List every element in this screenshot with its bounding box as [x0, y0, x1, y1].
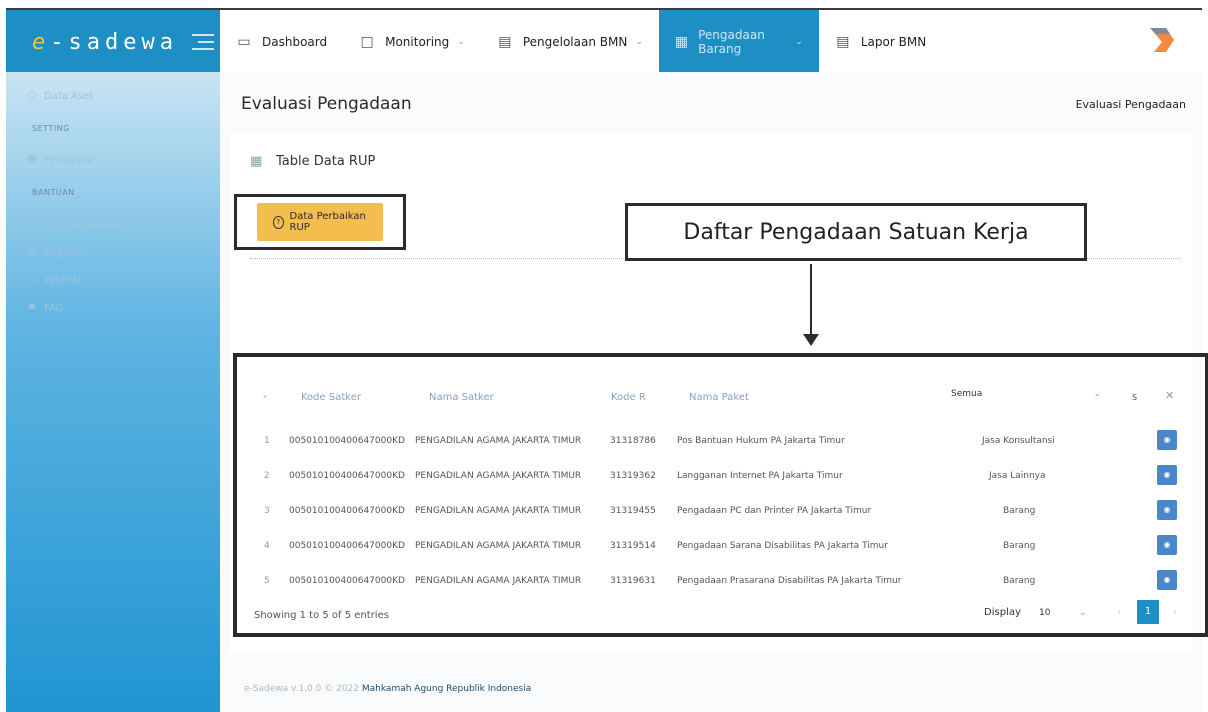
- sort-indicator: •: [262, 392, 268, 403]
- procurement-table: • Kode Satker Nama Satker Kode R Nama Pa…: [233, 353, 1208, 637]
- box-icon: ○: [27, 90, 37, 101]
- gear-icon: ⚙: [27, 218, 37, 229]
- page-size-select[interactable]: 10: [1039, 608, 1050, 618]
- sidebar-item-tutorial[interactable]: ⓘ Tutorial: [26, 274, 81, 286]
- header-s: S: [1132, 393, 1138, 402]
- book-icon: ▤: [27, 246, 37, 257]
- app-logo[interactable]: e-sadewa: [32, 30, 178, 55]
- chevron-down-icon: ⌄: [457, 37, 465, 47]
- table-row: 3 005010100400647000KD PENGADILAN AGAMA …: [237, 495, 1205, 529]
- view-eye-icon[interactable]: ◉: [1157, 570, 1177, 590]
- nav-lapor-bmn[interactable]: ▤ Lapor BMN: [819, 10, 942, 74]
- rup-card: ▦ Table Data RUP ? Data Perbaikan RUP • …: [230, 134, 1208, 654]
- card-title: ▦ Table Data RUP: [250, 153, 376, 169]
- prev-page-icon[interactable]: ‹: [1117, 607, 1121, 618]
- nav-monitoring[interactable]: □ Monitoring ⌄: [343, 10, 481, 74]
- footer-org-link[interactable]: Mahkamah Agung Republik Indonesia: [362, 684, 531, 694]
- breadcrumb[interactable]: Evaluasi Pengadaan: [1076, 98, 1186, 111]
- table-row: 5 005010100400647000KD PENGADILAN AGAMA …: [237, 565, 1205, 599]
- document-icon: ▤: [498, 34, 512, 50]
- annotation-arrow: [810, 264, 812, 336]
- data-perbaikan-rup-button[interactable]: ? Data Perbaikan RUP: [257, 203, 383, 241]
- mahkamah-logo-icon: [1150, 28, 1174, 52]
- chevron-down-icon: ⌄: [795, 37, 803, 47]
- table-row: 4 005010100400647000KD PENGADILAN AGAMA …: [237, 530, 1205, 564]
- top-navbar: e-sadewa ▭ Dashboard □ Monitoring ⌄ ▤ Pe…: [6, 8, 1202, 74]
- help-circle-icon: ?: [273, 215, 284, 229]
- main-nav: ▭ Dashboard □ Monitoring ⌄ ▤ Pengelolaan…: [220, 10, 942, 74]
- page-title: Evaluasi Pengadaan: [241, 94, 412, 114]
- display-label: Display: [984, 607, 1021, 618]
- sidebar-item-tentang[interactable]: ⚙ Tentang Aplikasi: [26, 218, 126, 230]
- header-kode-satker[interactable]: Kode Satker: [301, 392, 361, 403]
- next-page-icon[interactable]: ›: [1173, 607, 1177, 618]
- header-kode-r[interactable]: Kode R: [611, 392, 646, 403]
- sidebar-item-pengguna[interactable]: ☻ Pengguna: [26, 154, 94, 166]
- monitor-icon: ▭: [237, 34, 251, 50]
- question-icon: ✖: [27, 302, 37, 313]
- view-eye-icon[interactable]: ◉: [1157, 430, 1177, 450]
- sidebar-heading-bantuan: BANTUAN: [32, 188, 75, 197]
- calendar-icon: □: [360, 34, 374, 50]
- annotation-callout: Daftar Pengadaan Satuan Kerja: [625, 203, 1087, 261]
- chevron-down-icon: ⌄: [1093, 389, 1101, 399]
- building-icon: ▦: [674, 34, 689, 50]
- nav-dashboard[interactable]: ▭ Dashboard: [220, 10, 343, 74]
- sidebar-item-faq[interactable]: ✖ FAQ: [26, 302, 64, 314]
- user-icon: ☻: [26, 154, 38, 165]
- table-icon: ▦: [250, 153, 263, 169]
- view-eye-icon[interactable]: ◉: [1157, 465, 1177, 485]
- main-content: Evaluasi Pengadaan Evaluasi Pengadaan ▦ …: [220, 72, 1208, 712]
- menu-toggle-icon[interactable]: [191, 34, 214, 50]
- footer: e-Sadewa v.1.0.0 © 2022 Mahkamah Agung R…: [244, 684, 532, 694]
- sidebar-heading-setting: SETTING: [32, 124, 70, 133]
- header-nama-paket[interactable]: Nama Paket: [689, 392, 749, 403]
- close-icon[interactable]: ✕: [1165, 389, 1174, 402]
- sidebar-item-data-aset[interactable]: ○ Data Aset: [26, 90, 94, 102]
- view-eye-icon[interactable]: ◉: [1157, 500, 1177, 520]
- table-row: 1 005010100400647000KD PENGADILAN AGAMA …: [237, 425, 1205, 459]
- nav-pengadaan-barang[interactable]: ▦ Pengadaan Barang ⌄: [658, 10, 819, 74]
- table-info: Showing 1 to 5 of 5 entries: [254, 610, 389, 621]
- sidebar: ○ Data Aset SETTING ☻ Pengguna BANTUAN ⚙ Te…: [6, 72, 220, 712]
- view-eye-icon[interactable]: ◉: [1157, 535, 1177, 555]
- nav-pengelolaan-bmn[interactable]: ▤ Pengelolaan BMN ⌄: [481, 10, 659, 74]
- header-nama-satker[interactable]: Nama Satker: [429, 392, 494, 403]
- arrow-down-icon: [803, 334, 819, 346]
- brand-area: e-sadewa: [6, 10, 220, 74]
- table-row: 2 005010100400647000KD PENGADILAN AGAMA …: [237, 460, 1205, 494]
- button-highlight: ? Data Perbaikan RUP: [234, 194, 406, 250]
- chevron-down-icon: ⌄: [635, 37, 643, 47]
- chevron-down-icon[interactable]: ⌄: [1079, 608, 1087, 618]
- sidebar-item-regulasi[interactable]: ▤ Regulasi: [26, 246, 86, 258]
- jenis-filter-select[interactable]: Semua ⌄: [951, 389, 1101, 399]
- page-button-current[interactable]: 1: [1137, 600, 1159, 624]
- report-icon: ▤: [836, 34, 850, 50]
- info-icon: ⓘ: [27, 274, 37, 285]
